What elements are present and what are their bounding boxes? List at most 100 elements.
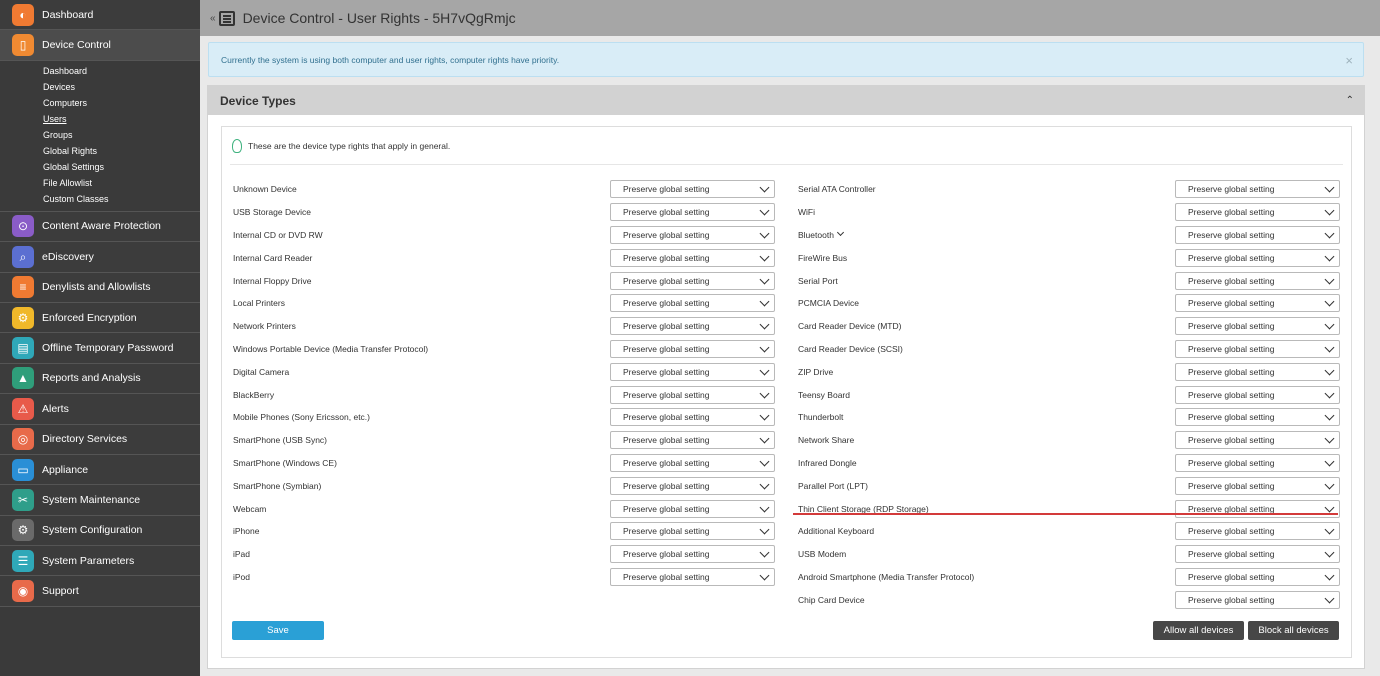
- device-right-select[interactable]: Preserve global setting: [610, 545, 775, 564]
- device-right-select[interactable]: Preserve global setting: [1175, 317, 1340, 336]
- device-right-select[interactable]: Preserve global setting: [610, 317, 775, 336]
- sidebar-item-label: Reports and Analysis: [42, 372, 141, 385]
- sidebar-item-directory-services[interactable]: ◎ Directory Services: [0, 424, 200, 455]
- select-value: Preserve global setting: [623, 526, 710, 537]
- device-right-select[interactable]: Preserve global setting: [1175, 431, 1340, 450]
- device-right-select[interactable]: Preserve global setting: [610, 408, 775, 427]
- submenu-item-computers[interactable]: Computers: [0, 95, 200, 111]
- device-right-select[interactable]: Preserve global setting: [1175, 385, 1340, 404]
- submenu-item-custom-classes[interactable]: Custom Classes: [0, 191, 200, 207]
- sidebar-collapse-toggle[interactable]: «: [210, 13, 216, 24]
- sidebar-item-system-maintenance[interactable]: ✂ System Maintenance: [0, 485, 200, 516]
- device-right-select[interactable]: Preserve global setting: [1175, 339, 1340, 358]
- sidebar-item-content-aware-protection[interactable]: ⊙ Content Aware Protection: [0, 211, 200, 243]
- device-label: Local Printers: [233, 298, 285, 309]
- sidebar-item-system-parameters[interactable]: ☰ System Parameters: [0, 546, 200, 577]
- device-right-select[interactable]: Preserve global setting: [1175, 567, 1340, 586]
- device-right-select[interactable]: Preserve global setting: [610, 271, 775, 290]
- device-right-select[interactable]: Preserve global setting: [1175, 545, 1340, 564]
- device-row: Internal Card Reader Preserve global sett…: [233, 246, 778, 269]
- sidebar-item-denylists-and-allowlists[interactable]: ≡ Denylists and Allowlists: [0, 272, 200, 303]
- sidebar-item-device-control[interactable]: ▯ Device Control: [0, 30, 200, 61]
- device-label: Card Reader Device (MTD): [798, 321, 902, 332]
- hint-text: These are the device type rights that ap…: [248, 140, 451, 151]
- chevron-down-icon: [759, 251, 770, 262]
- device-right-select[interactable]: Preserve global setting: [1175, 476, 1340, 495]
- sidebar-item-system-configuration[interactable]: ⚙ System Configuration: [0, 515, 200, 547]
- device-right-select[interactable]: Preserve global setting: [1175, 225, 1340, 244]
- left-device-column: Unknown Device Preserve global setting USB…: [233, 178, 778, 588]
- submenu-item-global-settings[interactable]: Global Settings: [0, 159, 200, 175]
- close-icon[interactable]: ×: [1345, 53, 1353, 68]
- device-right-select[interactable]: Preserve global setting: [1175, 362, 1340, 381]
- device-right-select[interactable]: Preserve global setting: [610, 362, 775, 381]
- device-right-select[interactable]: Preserve global setting: [610, 294, 775, 313]
- device-right-select[interactable]: Preserve global setting: [610, 453, 775, 472]
- chevron-up-icon[interactable]: ⌃: [1346, 95, 1354, 106]
- sidebar-item-ediscovery[interactable]: ⌕ eDiscovery: [0, 242, 200, 273]
- red-underline-annotation: [793, 513, 1338, 515]
- chevron-down-icon: [759, 388, 770, 399]
- info-banner-text: Currently the system is using both compu…: [221, 54, 560, 65]
- device-right-select[interactable]: Preserve global setting: [1175, 248, 1340, 267]
- device-right-select[interactable]: Preserve global setting: [610, 385, 775, 404]
- device-label: Internal CD or DVD RW: [233, 229, 323, 240]
- device-right-select[interactable]: Preserve global setting: [610, 476, 775, 495]
- chevron-down-icon: [1324, 365, 1335, 376]
- panel-header[interactable]: Device Types ⌃: [208, 86, 1364, 115]
- device-right-select[interactable]: Preserve global setting: [610, 248, 775, 267]
- device-right-select[interactable]: Preserve global setting: [610, 203, 775, 222]
- chevron-down-icon: [1324, 433, 1335, 444]
- block-all-devices-button[interactable]: Block all devices: [1248, 621, 1339, 640]
- lists-icon: ≡: [12, 276, 34, 299]
- submenu-item-file-allowlist[interactable]: File Allowlist: [0, 175, 200, 191]
- submenu-item-dashboard[interactable]: Dashboard: [0, 63, 200, 79]
- device-right-select[interactable]: Preserve global setting: [1175, 294, 1340, 313]
- allow-all-devices-button[interactable]: Allow all devices: [1153, 621, 1244, 640]
- device-right-select[interactable]: Preserve global setting: [610, 180, 775, 199]
- device-right-select[interactable]: Preserve global setting: [610, 499, 775, 518]
- device-row: iPad Preserve global setting: [233, 543, 778, 566]
- submenu-item-groups[interactable]: Groups: [0, 127, 200, 143]
- device-row: Additional Keyboard Preserve global setti…: [798, 520, 1343, 543]
- device-right-select[interactable]: Preserve global setting: [1175, 522, 1340, 541]
- select-value: Preserve global setting: [1188, 207, 1275, 218]
- device-right-select[interactable]: Preserve global setting: [610, 522, 775, 541]
- select-value: Preserve global setting: [1188, 526, 1275, 537]
- sidebar-item-label: Offline Temporary Password: [42, 342, 174, 355]
- sidebar-item-appliance[interactable]: ▭ Appliance: [0, 454, 200, 486]
- device-label: Internal Floppy Drive: [233, 275, 312, 286]
- chevron-down-icon: [759, 228, 770, 239]
- sidebar-item-label: System Maintenance: [42, 493, 141, 506]
- device-right-select[interactable]: Preserve global setting: [1175, 203, 1340, 222]
- device-right-select[interactable]: Preserve global setting: [1175, 271, 1340, 290]
- device-right-select[interactable]: Preserve global setting: [610, 567, 775, 586]
- select-value: Preserve global setting: [623, 549, 710, 560]
- device-row: SmartPhone (USB Sync) Preserve global set…: [233, 429, 778, 452]
- device-right-select[interactable]: Preserve global setting: [1175, 590, 1340, 609]
- chevron-down-icon[interactable]: [836, 229, 844, 237]
- device-right-select[interactable]: Preserve global setting: [1175, 180, 1340, 199]
- submenu-item-devices[interactable]: Devices: [0, 79, 200, 95]
- content-aware-icon: ⊙: [12, 215, 34, 238]
- save-button[interactable]: Save: [232, 621, 324, 640]
- device-right-select[interactable]: Preserve global setting: [610, 431, 775, 450]
- panel-title: Device Types: [220, 93, 296, 108]
- sidebar-item-support[interactable]: ◉ Support: [0, 576, 200, 607]
- device-right-select[interactable]: Preserve global setting: [610, 225, 775, 244]
- device-label: Chip Card Device: [798, 594, 865, 605]
- device-right-select[interactable]: Preserve global setting: [610, 339, 775, 358]
- device-right-select[interactable]: Preserve global setting: [1175, 453, 1340, 472]
- submenu-item-users[interactable]: Users: [0, 111, 200, 127]
- right-device-column: Serial ATA Controller Preserve global set…: [798, 178, 1343, 611]
- sidebar-item-alerts[interactable]: ⚠ Alerts: [0, 394, 200, 425]
- sidebar-item-reports-and-analysis[interactable]: ▲ Reports and Analysis: [0, 363, 200, 395]
- device-right-select[interactable]: Preserve global setting: [1175, 408, 1340, 427]
- sidebar-item-offline-temporary-password[interactable]: ▤ Offline Temporary Password: [0, 333, 200, 364]
- ediscovery-icon: ⌕: [12, 245, 34, 268]
- sidebar-item-enforced-encryption[interactable]: ⚙ Enforced Encryption: [0, 302, 200, 334]
- chevron-down-icon: [1324, 570, 1335, 581]
- device-label: iPhone: [233, 526, 260, 537]
- sidebar-item-dashboard[interactable]: ◐ Dashboard: [0, 0, 200, 31]
- submenu-item-global-rights[interactable]: Global Rights: [0, 143, 200, 159]
